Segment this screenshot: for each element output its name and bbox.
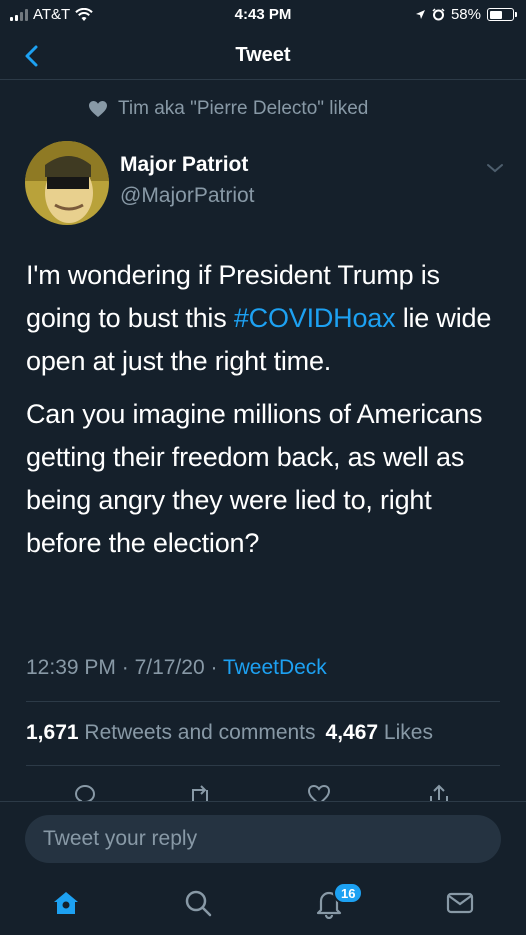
- bottom-composer-area: Tweet your reply: [0, 801, 526, 935]
- status-bar: AT&T 4:43 PM 58%: [0, 0, 526, 34]
- tweet-source-link[interactable]: TweetDeck: [223, 656, 327, 679]
- tweet-time: 12:39 PM: [26, 656, 116, 679]
- nav-bar: Tweet: [0, 34, 526, 80]
- battery-percent: 58%: [450, 6, 481, 23]
- alarm-icon: [432, 8, 445, 21]
- likes-label: Likes: [383, 721, 433, 744]
- tweet-paragraph-1: I'm wondering if President Trump is goin…: [26, 254, 506, 383]
- location-arrow-icon: [415, 10, 425, 19]
- retweets-label: Retweets and comments: [84, 721, 316, 744]
- tweet-paragraph-2: Can you imagine millions of Americans ge…: [26, 399, 483, 558]
- separator: ·: [115, 656, 135, 679]
- avatar[interactable]: [25, 141, 109, 225]
- reply-input[interactable]: Tweet your reply: [25, 815, 501, 863]
- tweet-text: I'm wondering if President Trump is goin…: [26, 254, 506, 575]
- home-icon[interactable]: [50, 887, 82, 919]
- messages-icon[interactable]: [444, 887, 476, 919]
- heart-icon: [89, 101, 107, 117]
- author-handle[interactable]: @MajorPatriot: [120, 184, 255, 208]
- retweets-count: 1,671: [26, 721, 79, 744]
- social-context[interactable]: Tim aka "Pierre Delecto" liked: [88, 98, 368, 120]
- divider: [26, 701, 500, 702]
- search-icon[interactable]: [182, 887, 214, 919]
- hashtag-link[interactable]: #COVIDHoax: [234, 303, 396, 333]
- social-context-text: Tim aka "Pierre Delecto" liked: [118, 98, 369, 119]
- tweet-meta: 12:39 PM · 7/17/20 · TweetDeck: [26, 656, 327, 680]
- tweet-stats: 1,671 Retweets and comments 4,467 Likes: [26, 721, 433, 745]
- page-title: Tweet: [235, 44, 291, 66]
- chevron-down-icon[interactable]: [486, 162, 504, 174]
- author-name[interactable]: Major Patriot: [120, 153, 248, 177]
- divider: [26, 765, 500, 766]
- battery-icon: [487, 8, 517, 21]
- tweet-date: 7/17/20: [134, 656, 205, 679]
- likes-stat[interactable]: 4,467 Likes: [326, 721, 433, 744]
- retweets-stat[interactable]: 1,671 Retweets and comments: [26, 721, 316, 744]
- likes-count: 4,467: [325, 721, 379, 744]
- separator: ·: [204, 656, 223, 679]
- notification-badge: 16: [333, 882, 364, 904]
- status-right: 58%: [415, 6, 517, 23]
- avatar-image: [25, 141, 109, 225]
